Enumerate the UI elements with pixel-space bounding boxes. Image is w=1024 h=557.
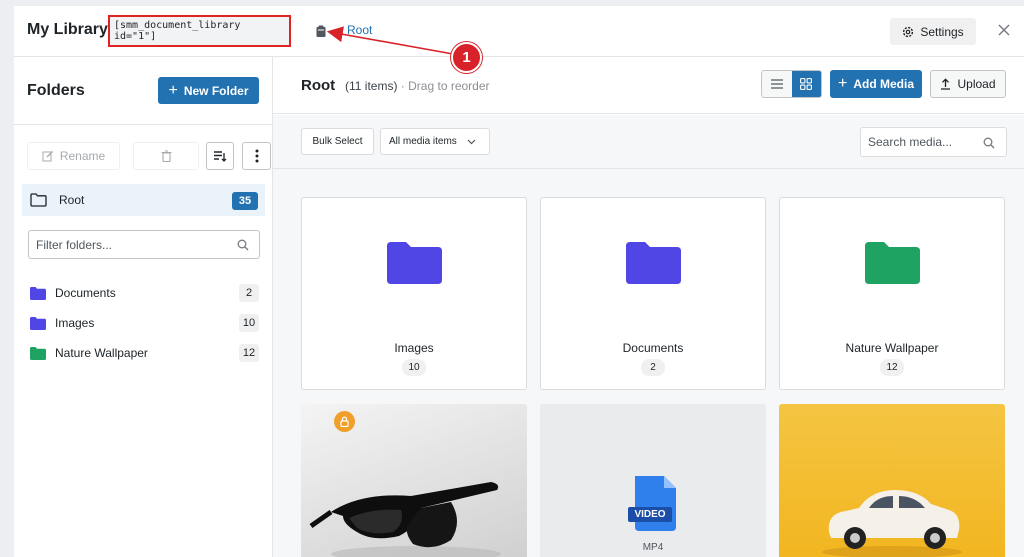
upload-button[interactable]: Upload [930, 70, 1006, 98]
sidebar-item-documents[interactable]: Documents 2 [14, 278, 273, 308]
lock-icon [334, 411, 355, 432]
sidebar-item-label: Nature Wallpaper [55, 346, 148, 360]
reorder-hint: Drag to reorder [408, 79, 490, 93]
filter-folders-input[interactable] [29, 231, 229, 258]
folder-count-badge: 2 [239, 284, 259, 302]
sidebar-item-label: Root [59, 193, 85, 207]
folder-card-label: Nature Wallpaper [845, 341, 939, 355]
video-badge: VIDEO [634, 509, 666, 520]
folder-title: Root [301, 77, 336, 94]
folder-icon [30, 286, 46, 300]
search-media-field [860, 127, 1007, 157]
rename-button[interactable]: Rename [27, 142, 120, 170]
sidebar-item-label: Documents [55, 286, 116, 300]
upload-icon [941, 78, 951, 90]
folder-card-label: Documents [622, 341, 684, 355]
new-folder-button[interactable]: + New Folder [158, 77, 259, 104]
shortcode-highlight: [smm_document_library id="1"] [108, 15, 291, 47]
folder-icon [387, 242, 442, 284]
grid-view-button[interactable] [791, 71, 821, 97]
search-media-input[interactable] [861, 128, 976, 156]
folder-icon [30, 346, 46, 360]
media-grid: Images 10 Documents 2 Nature Wallpaper 1… [273, 169, 1024, 557]
media-filter-select[interactable]: All media items [380, 128, 490, 155]
grid-icon [800, 78, 813, 90]
folder-list: Documents 2 Images 10 Nature Wallpaper 1… [14, 278, 273, 368]
settings-label: Settings [920, 24, 964, 39]
search-icon [983, 137, 995, 149]
folder-meta: (11 items) · Drag to reorder [345, 79, 490, 93]
media-main: Root (11 items) · Drag to reorder + Add … [273, 57, 1024, 557]
more-options-button[interactable] [242, 142, 271, 170]
folders-sidebar: Folders + New Folder Rename Root 35 Filt… [14, 57, 273, 557]
library-modal: My Library [smm_document_library id="1"]… [14, 6, 1024, 557]
folder-card-count: 12 [880, 359, 904, 376]
kebab-icon [255, 149, 258, 163]
sidebar-item-images[interactable]: Images 10 [14, 308, 273, 338]
media-filter-value: All media items [389, 136, 457, 147]
folder-count-badge: 10 [239, 314, 259, 332]
annotation-number: 1 [451, 42, 482, 73]
meta-separator: · [400, 79, 405, 93]
folder-card-documents[interactable]: Documents 2 [540, 197, 766, 390]
sort-icon [214, 151, 227, 162]
sidebar-item-root[interactable]: Root 35 [22, 184, 265, 216]
sort-button[interactable] [206, 142, 234, 170]
main-header: Root (11 items) · Drag to reorder + Add … [273, 57, 1024, 114]
copy-icon[interactable] [316, 25, 326, 37]
folder-actions: Rename [27, 142, 271, 170]
trash-icon [161, 150, 171, 162]
folder-icon [865, 242, 920, 284]
file-type-label: MP4 [642, 542, 664, 553]
close-icon[interactable] [996, 22, 1012, 38]
filter-folders-field [28, 230, 260, 259]
top-bar: My Library [smm_document_library id="1"]… [14, 6, 1024, 57]
folder-card-count: 10 [402, 359, 426, 376]
rename-label: Rename [59, 149, 106, 163]
upload-label: Upload [957, 77, 996, 91]
edit-icon [42, 151, 53, 162]
toy-car-image [822, 490, 962, 557]
add-media-button[interactable]: + Add Media [830, 70, 922, 98]
sidebar-title: Folders [27, 82, 85, 99]
breadcrumb-root[interactable]: Root [347, 23, 372, 37]
folder-icon [626, 242, 681, 284]
media-toolbar: Bulk Select All media items [273, 115, 1024, 169]
sidebar-item-nature-wallpaper[interactable]: Nature Wallpaper 12 [14, 338, 273, 368]
page-title: My Library [27, 21, 108, 38]
gear-icon [903, 26, 914, 37]
search-icon [237, 239, 249, 251]
add-media-label: Add Media [853, 77, 914, 91]
divider [14, 124, 273, 125]
video-file-icon [628, 476, 676, 531]
item-count: (11 items) [345, 79, 398, 93]
sidebar-item-label: Images [55, 316, 95, 330]
folder-count-badge: 12 [239, 344, 259, 362]
folder-card-images[interactable]: Images 10 [301, 197, 527, 390]
chevron-down-icon [467, 139, 476, 144]
bulk-select-button[interactable]: Bulk Select [301, 128, 374, 155]
shortcode-text[interactable]: [smm_document_library id="1"] [110, 17, 289, 45]
folder-outline-icon [30, 193, 47, 207]
new-folder-label: New Folder [183, 83, 249, 98]
folder-icon [30, 316, 46, 330]
folder-card-nature-wallpaper[interactable]: Nature Wallpaper 12 [779, 197, 1005, 390]
delete-button[interactable] [133, 142, 199, 170]
folder-card-label: Images [394, 341, 434, 355]
list-view-button[interactable] [762, 71, 792, 97]
media-item-toy-car[interactable] [779, 404, 1005, 557]
media-item-video[interactable]: VIDEO MP4 [540, 404, 766, 557]
plus-icon: + [168, 81, 178, 99]
root-count-badge: 35 [232, 192, 258, 210]
media-item-sunglasses[interactable] [301, 404, 527, 557]
settings-button[interactable]: Settings [890, 18, 976, 45]
folder-card-count: 2 [641, 359, 665, 376]
view-toggle [761, 70, 822, 98]
plus-icon: + [837, 75, 848, 92]
list-icon [770, 79, 783, 89]
